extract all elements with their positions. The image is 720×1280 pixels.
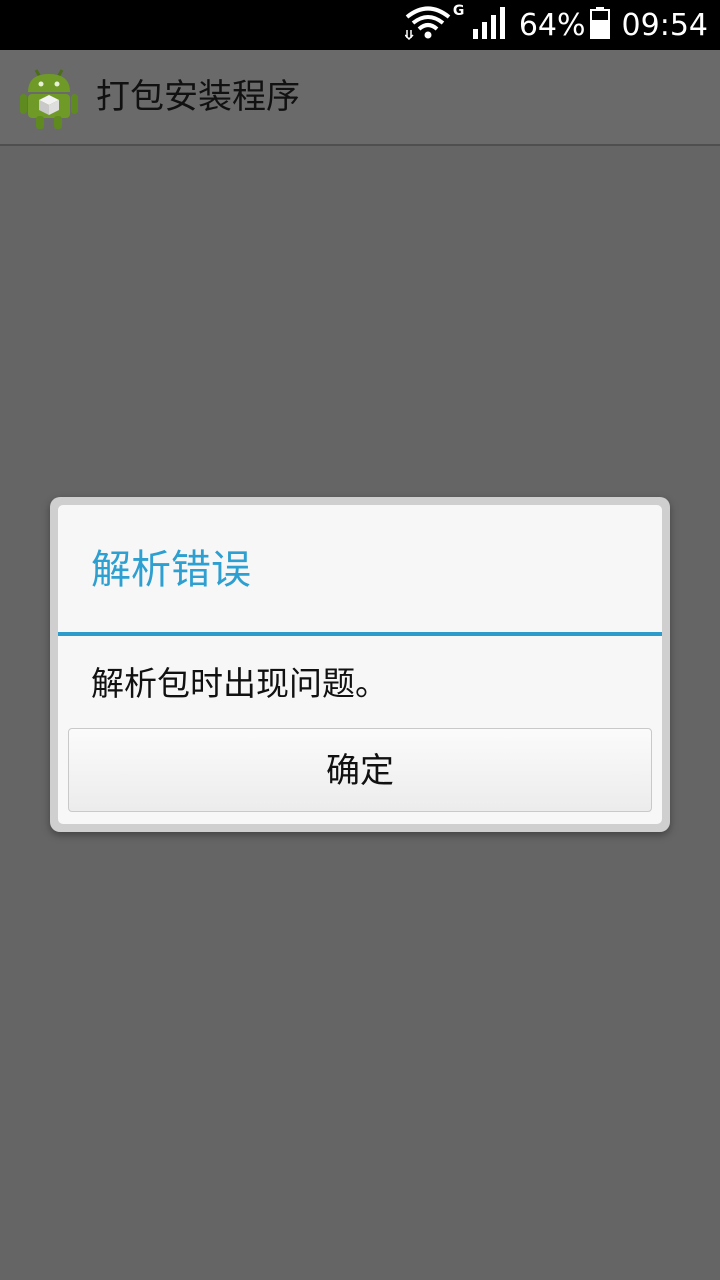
signal-icon: G bbox=[453, 3, 505, 43]
ok-button[interactable]: 确定 bbox=[68, 728, 652, 812]
dialog-title: 解析错误 bbox=[91, 547, 251, 593]
error-dialog: 解析错误 解析包时出现问题。 确定 bbox=[50, 497, 670, 832]
battery-percent: 64% bbox=[518, 7, 586, 43]
status-bar: G 64% 09:54 bbox=[0, 0, 720, 50]
app-title: 打包安装程序 bbox=[96, 77, 300, 117]
wifi-icon bbox=[404, 6, 451, 44]
battery-icon bbox=[589, 7, 610, 43]
dialog-title-divider bbox=[58, 632, 662, 636]
dialog-message: 解析包时出现问题。 bbox=[91, 664, 388, 703]
android-package-icon bbox=[20, 64, 78, 130]
app-bar: 打包安装程序 bbox=[0, 50, 720, 146]
dialog-body: 解析错误 解析包时出现问题。 确定 bbox=[58, 505, 662, 824]
clock: 09:54 bbox=[621, 7, 708, 43]
network-type-label: G bbox=[452, 3, 465, 19]
